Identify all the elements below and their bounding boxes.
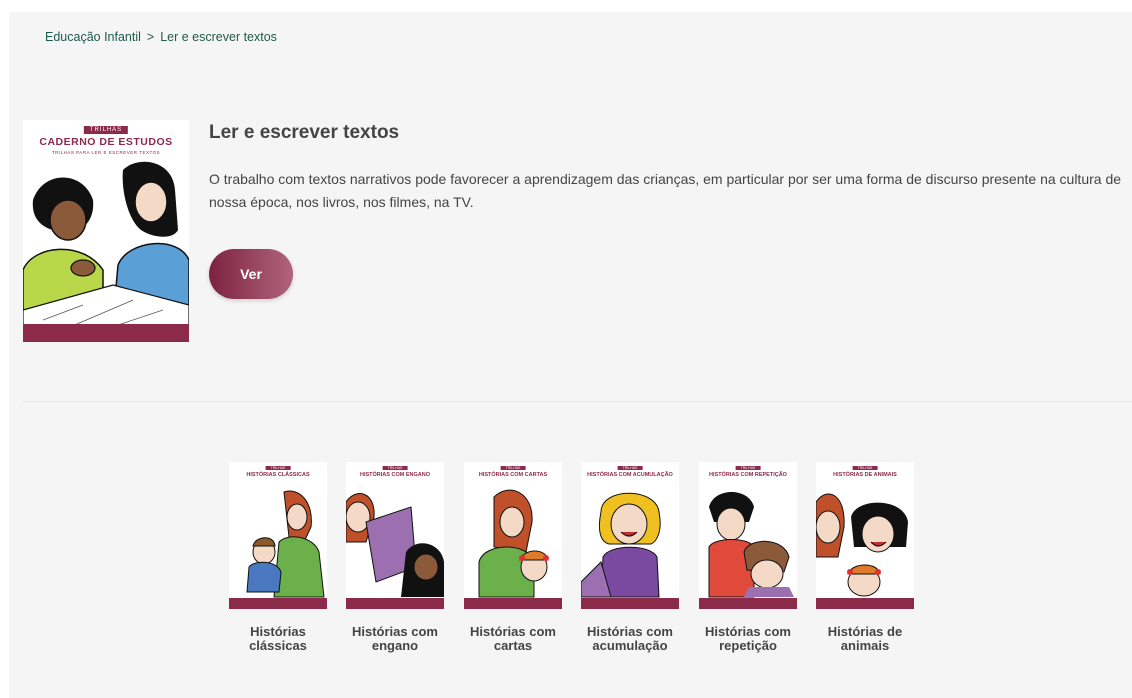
book-item-historias-classicas[interactable]: TRILHAS HISTÓRIAS CLÁSSICAS Histórias cl… bbox=[229, 462, 327, 653]
book-item-historias-de-animais[interactable]: TRILHAS HISTÓRIAS DE ANIMAIS Histórias d… bbox=[816, 462, 914, 653]
book-tag: TRILHAS bbox=[265, 466, 291, 470]
book-illustration bbox=[708, 492, 794, 598]
book-cover[interactable]: TRILHAS HISTÓRIAS COM REPETIÇÃO bbox=[699, 462, 797, 609]
page-title: Ler e escrever textos bbox=[209, 122, 400, 143]
cover-tag: TRILHAS bbox=[83, 126, 129, 134]
book-cover[interactable]: TRILHAS HISTÓRIAS COM ACUMULAÇÃO bbox=[581, 462, 679, 609]
book-cover-bar bbox=[581, 598, 679, 609]
book-tag: TRILHAS bbox=[852, 466, 878, 470]
book-cover[interactable]: TRILHAS HISTÓRIAS DE ANIMAIS bbox=[816, 462, 914, 609]
divider bbox=[23, 401, 1132, 402]
book-illustration bbox=[581, 492, 661, 598]
ver-button[interactable]: Ver bbox=[209, 249, 293, 299]
book-tag: TRILHAS bbox=[735, 466, 761, 470]
book-label[interactable]: Histórias com cartas bbox=[464, 625, 562, 653]
book-tag: TRILHAS bbox=[617, 466, 643, 470]
book-cover-title: HISTÓRIAS DE ANIMAIS bbox=[833, 472, 897, 478]
book-item-historias-com-acumulacao[interactable]: TRILHAS HISTÓRIAS COM ACUMULAÇÃO Históri… bbox=[581, 462, 679, 653]
book-cover[interactable]: TRILHAS HISTÓRIAS COM ENGANO bbox=[346, 462, 444, 609]
book-illustration bbox=[346, 493, 444, 597]
book-tag: TRILHAS bbox=[382, 466, 408, 470]
book-cover[interactable]: TRILHAS HISTÓRIAS CLÁSSICAS bbox=[229, 462, 327, 609]
book-cover-bar bbox=[699, 598, 797, 609]
cover-bottom-bar bbox=[23, 324, 189, 342]
book-cover[interactable]: TRILHAS HISTÓRIAS COM CARTAS bbox=[464, 462, 562, 609]
book-label[interactable]: Histórias de animais bbox=[816, 625, 914, 653]
book-label[interactable]: Histórias com acumulação bbox=[581, 625, 679, 653]
cover-subtitle: TRILHAS PARA LER E ESCREVER TEXTOS bbox=[51, 150, 161, 155]
breadcrumb-separator: > bbox=[146, 30, 155, 44]
book-illustration bbox=[478, 489, 549, 598]
book-illustration bbox=[816, 493, 908, 597]
breadcrumb-item-current: Ler e escrever textos bbox=[160, 30, 277, 44]
book-label[interactable]: Histórias com engano bbox=[346, 625, 444, 653]
page-description: O trabalho com textos narrativos pode fa… bbox=[209, 171, 1122, 210]
book-cover-bar bbox=[816, 598, 914, 609]
breadcrumb: Educação Infantil > Ler e escrever texto… bbox=[45, 30, 277, 44]
breadcrumb-item-educacao-infantil[interactable]: Educação Infantil bbox=[45, 30, 141, 44]
hero-book-cover[interactable]: TRILHAS CADERNO DE ESTUDOS TRILHAS PARA … bbox=[23, 120, 189, 342]
book-item-historias-com-cartas[interactable]: TRILHAS HISTÓRIAS COM CARTAS Histórias c… bbox=[464, 462, 562, 653]
book-illustration bbox=[246, 490, 325, 598]
book-item-historias-com-repeticao[interactable]: TRILHAS HISTÓRIAS COM REPETIÇÃO História… bbox=[699, 462, 797, 653]
book-cover-title: HISTÓRIAS COM REPETIÇÃO bbox=[709, 472, 787, 478]
book-item-historias-com-engano[interactable]: TRILHAS HISTÓRIAS COM ENGANO Histórias c… bbox=[346, 462, 444, 653]
book-cover-title: HISTÓRIAS COM ENGANO bbox=[360, 472, 430, 478]
book-cover-bar bbox=[464, 598, 562, 609]
page-container: Educação Infantil > Ler e escrever texto… bbox=[9, 12, 1132, 698]
book-cover-bar bbox=[346, 598, 444, 609]
book-cover-bar bbox=[229, 598, 327, 609]
book-label[interactable]: Histórias clássicas bbox=[229, 625, 327, 653]
book-cover-title: HISTÓRIAS COM ACUMULAÇÃO bbox=[587, 472, 673, 478]
book-tag: TRILHAS bbox=[500, 466, 526, 470]
cover-illustration bbox=[23, 161, 189, 340]
cover-title: CADERNO DE ESTUDOS bbox=[39, 136, 173, 148]
book-cover-title: HISTÓRIAS COM CARTAS bbox=[478, 472, 548, 478]
book-label[interactable]: Histórias com repetição bbox=[699, 625, 797, 653]
book-cover-title: HISTÓRIAS CLÁSSICAS bbox=[246, 472, 310, 478]
